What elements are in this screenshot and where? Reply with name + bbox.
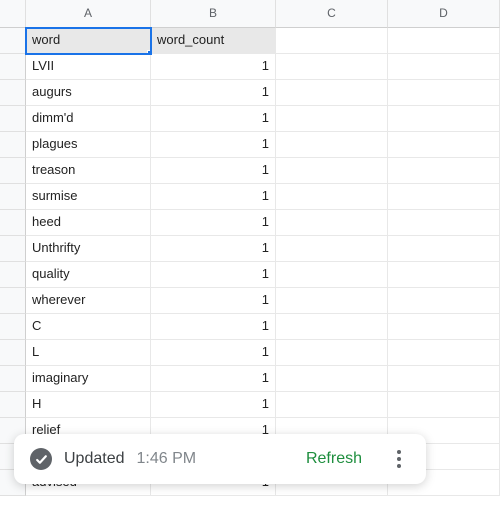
cell-empty[interactable]	[388, 210, 500, 236]
row-header[interactable]	[0, 106, 26, 132]
cell-word[interactable]: dimm'd	[26, 106, 151, 132]
cell-empty[interactable]	[388, 314, 500, 340]
cell-empty[interactable]	[276, 184, 388, 210]
cell-count[interactable]: 1	[151, 184, 276, 210]
cell-empty[interactable]	[388, 132, 500, 158]
column-header-c[interactable]: C	[276, 0, 388, 28]
cell-count[interactable]: 1	[151, 210, 276, 236]
cell-count[interactable]: 1	[151, 288, 276, 314]
cell-word[interactable]: H	[26, 392, 151, 418]
cell-empty[interactable]	[276, 210, 388, 236]
row-header[interactable]	[0, 158, 26, 184]
cell-empty[interactable]	[276, 28, 388, 54]
row-header[interactable]	[0, 54, 26, 80]
cell-count[interactable]: 1	[151, 314, 276, 340]
column-header-d[interactable]: D	[388, 0, 500, 28]
cell-word[interactable]: wherever	[26, 288, 151, 314]
check-circle-icon	[30, 448, 52, 470]
column-header-b[interactable]: B	[151, 0, 276, 28]
cell-count[interactable]: 1	[151, 54, 276, 80]
cell-empty[interactable]	[388, 80, 500, 106]
status-time: 1:46 PM	[137, 450, 197, 468]
row-header[interactable]	[0, 366, 26, 392]
cell-empty[interactable]	[388, 340, 500, 366]
cell-word[interactable]: C	[26, 314, 151, 340]
status-toast: Updated 1:46 PM Refresh	[14, 434, 426, 484]
cell-empty[interactable]	[276, 340, 388, 366]
cell-word[interactable]: Unthrifty	[26, 236, 151, 262]
cell-empty[interactable]	[276, 314, 388, 340]
cell-word[interactable]: L	[26, 340, 151, 366]
cell-empty[interactable]	[388, 236, 500, 262]
cell-count[interactable]: 1	[151, 132, 276, 158]
cell-word[interactable]: LVII	[26, 54, 151, 80]
cell-word[interactable]: treason	[26, 158, 151, 184]
cell-b1[interactable]: word_count	[151, 28, 276, 54]
cell-word[interactable]: surmise	[26, 184, 151, 210]
cell-count[interactable]: 1	[151, 106, 276, 132]
cell-count[interactable]: 1	[151, 80, 276, 106]
cell-empty[interactable]	[276, 262, 388, 288]
row-header[interactable]	[0, 80, 26, 106]
row-header[interactable]	[0, 392, 26, 418]
cell-word[interactable]: heed	[26, 210, 151, 236]
cell-empty[interactable]	[388, 158, 500, 184]
cell-word[interactable]: quality	[26, 262, 151, 288]
row-header[interactable]	[0, 28, 26, 54]
cell-word[interactable]: imaginary	[26, 366, 151, 392]
cell-count[interactable]: 1	[151, 158, 276, 184]
cell-count[interactable]: 1	[151, 392, 276, 418]
cell-empty[interactable]	[276, 288, 388, 314]
cell-empty[interactable]	[276, 132, 388, 158]
cell-word[interactable]: augurs	[26, 80, 151, 106]
cell-count[interactable]: 1	[151, 366, 276, 392]
refresh-button[interactable]: Refresh	[306, 450, 362, 468]
cell-empty[interactable]	[276, 158, 388, 184]
cell-empty[interactable]	[388, 106, 500, 132]
corner-cell[interactable]	[0, 0, 26, 28]
row-header[interactable]	[0, 184, 26, 210]
cell-empty[interactable]	[276, 366, 388, 392]
cell-empty[interactable]	[276, 236, 388, 262]
row-header[interactable]	[0, 132, 26, 158]
row-header[interactable]	[0, 262, 26, 288]
row-header[interactable]	[0, 314, 26, 340]
cell-empty[interactable]	[276, 392, 388, 418]
cell-empty[interactable]	[276, 106, 388, 132]
cell-empty[interactable]	[388, 288, 500, 314]
more-options-icon[interactable]	[388, 450, 410, 468]
cell-word[interactable]: plagues	[26, 132, 151, 158]
cell-empty[interactable]	[388, 28, 500, 54]
cell-empty[interactable]	[388, 262, 500, 288]
column-header-a[interactable]: A	[26, 0, 151, 28]
cell-empty[interactable]	[388, 184, 500, 210]
cell-empty[interactable]	[388, 54, 500, 80]
row-header[interactable]	[0, 236, 26, 262]
cell-count[interactable]: 1	[151, 340, 276, 366]
cell-empty[interactable]	[388, 392, 500, 418]
cell-count[interactable]: 1	[151, 262, 276, 288]
cell-a1[interactable]: word	[26, 28, 151, 54]
cell-count[interactable]: 1	[151, 236, 276, 262]
cell-empty[interactable]	[276, 80, 388, 106]
spreadsheet-grid[interactable]: ABCDwordword_countLVII1augurs1dimm'd1pla…	[0, 0, 500, 496]
status-text: Updated	[64, 450, 125, 468]
row-header[interactable]	[0, 210, 26, 236]
row-header[interactable]	[0, 340, 26, 366]
cell-empty[interactable]	[388, 366, 500, 392]
cell-empty[interactable]	[276, 54, 388, 80]
row-header[interactable]	[0, 288, 26, 314]
